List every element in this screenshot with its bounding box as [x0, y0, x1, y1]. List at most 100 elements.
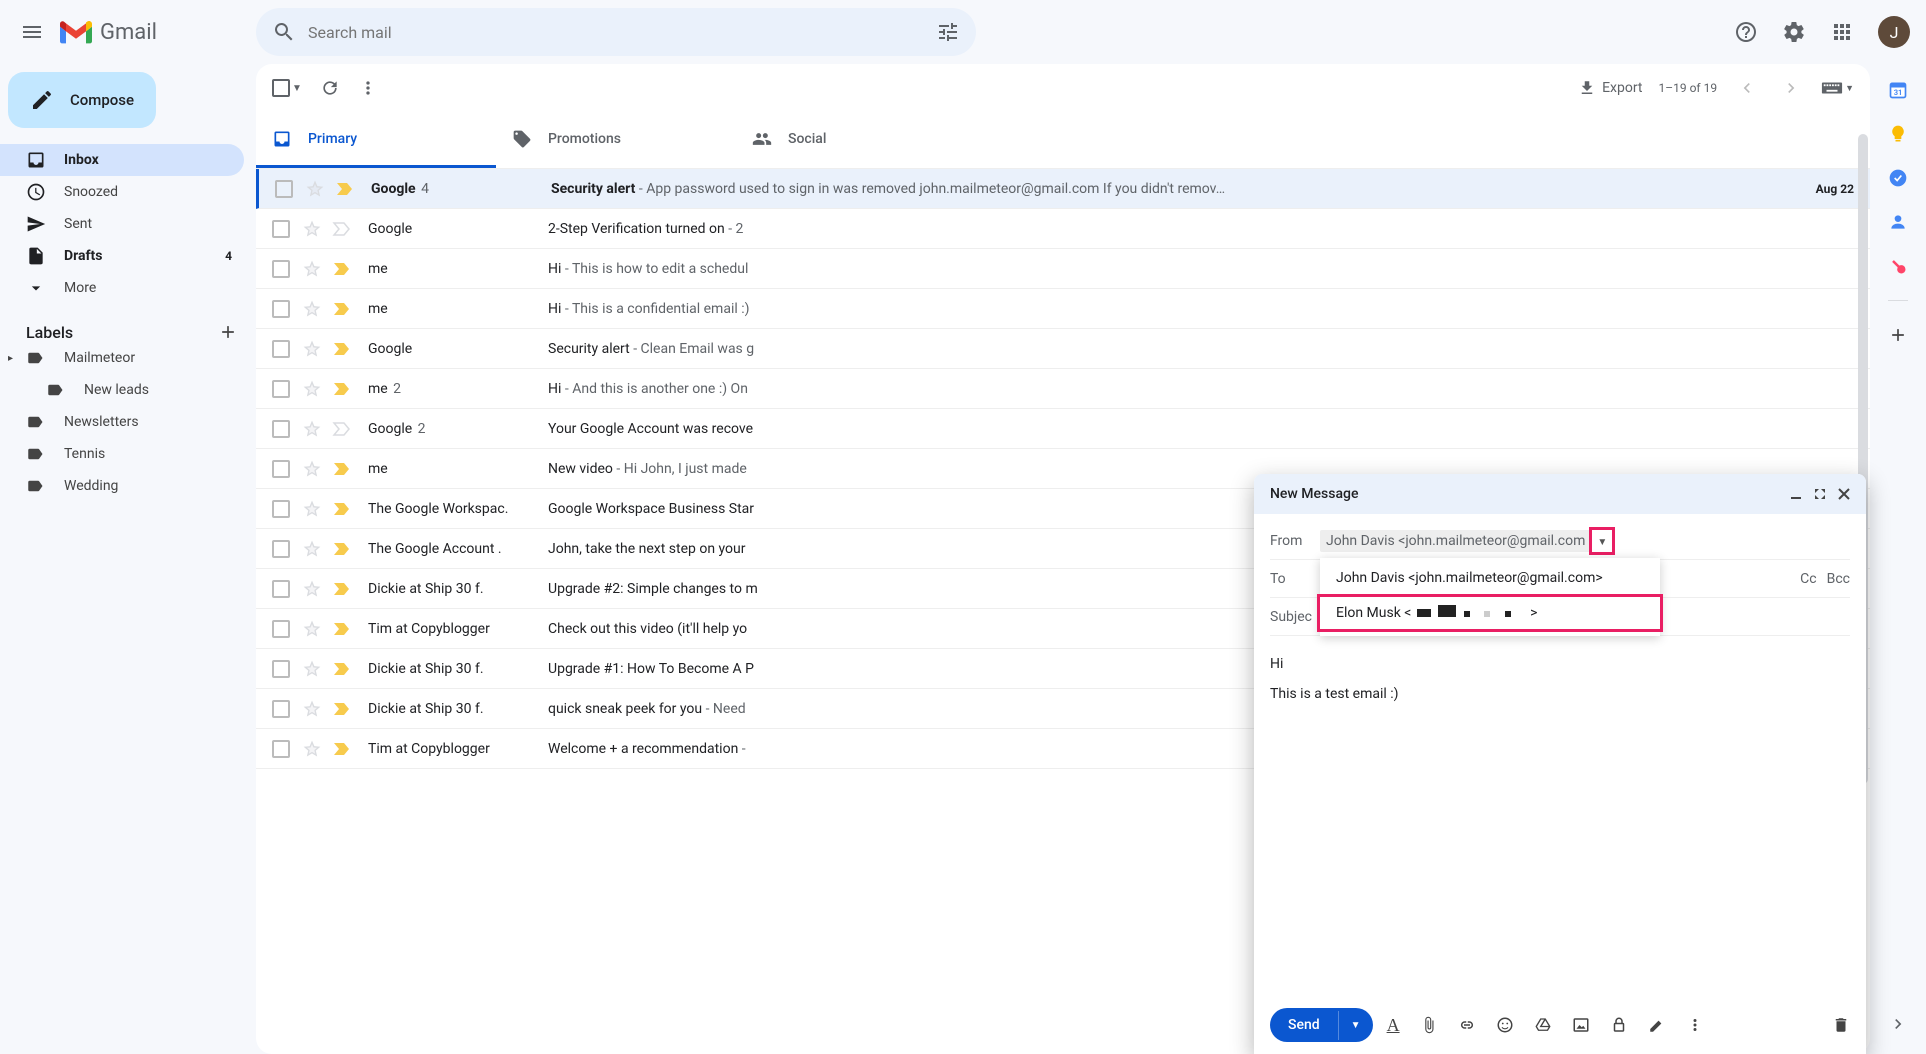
star-button[interactable] — [302, 259, 322, 279]
row-checkbox[interactable] — [272, 300, 292, 318]
important-marker[interactable] — [332, 301, 352, 317]
settings-button[interactable] — [1774, 12, 1814, 52]
important-marker[interactable] — [332, 221, 352, 237]
nav-inbox[interactable]: Inbox — [0, 144, 244, 176]
from-address-chip[interactable]: John Davis <john.mailmeteor@gmail.com — [1320, 530, 1591, 552]
row-checkbox[interactable] — [272, 260, 292, 278]
insert-link-button[interactable] — [1452, 1010, 1482, 1040]
search-icon[interactable] — [264, 12, 304, 52]
keep-app-button[interactable] — [1888, 124, 1908, 144]
insert-photo-button[interactable] — [1566, 1010, 1596, 1040]
compose-window-header[interactable]: New Message — [1254, 474, 1866, 514]
maximize-button[interactable] — [1814, 488, 1826, 500]
label-wedding[interactable]: Wedding — [0, 470, 256, 502]
attach-button[interactable] — [1414, 1010, 1444, 1040]
mail-row[interactable]: Google 2-Step Verification turned on - 2 — [256, 209, 1870, 249]
important-marker[interactable] — [332, 661, 352, 677]
star-button[interactable] — [302, 459, 322, 479]
important-marker[interactable] — [335, 181, 355, 197]
star-button[interactable] — [302, 699, 322, 719]
star-button[interactable] — [302, 539, 322, 559]
important-marker[interactable] — [332, 541, 352, 557]
send-options-dropdown[interactable]: ▼ — [1338, 1011, 1373, 1040]
select-all-checkbox[interactable] — [272, 79, 290, 97]
formatting-button[interactable]: A — [1381, 1009, 1406, 1042]
tab-social[interactable]: Social — [736, 112, 976, 168]
row-checkbox[interactable] — [272, 740, 292, 758]
compose-body[interactable]: Hi This is a test email :) — [1254, 644, 1866, 996]
row-checkbox[interactable] — [272, 460, 292, 478]
google-apps-button[interactable] — [1822, 12, 1862, 52]
compose-button[interactable]: Compose — [8, 72, 156, 128]
search-options-button[interactable] — [928, 12, 968, 52]
get-addons-button[interactable] — [1888, 325, 1908, 345]
from-dropdown-button[interactable]: ▼ — [1589, 527, 1615, 555]
main-menu-button[interactable] — [8, 8, 56, 56]
row-checkbox[interactable] — [272, 380, 292, 398]
mail-row[interactable]: me Hi - This is how to edit a schedul — [256, 249, 1870, 289]
star-button[interactable] — [302, 299, 322, 319]
hide-side-panel-button[interactable] — [1888, 1014, 1908, 1034]
label-mailmeteor[interactable]: Mailmeteor — [0, 342, 256, 374]
important-marker[interactable] — [332, 501, 352, 517]
important-marker[interactable] — [332, 581, 352, 597]
row-checkbox[interactable] — [272, 580, 292, 598]
export-button[interactable]: Export — [1578, 79, 1642, 97]
mailmeteor-app-button[interactable] — [1888, 256, 1908, 276]
label-newsletters[interactable]: Newsletters — [0, 406, 256, 438]
important-marker[interactable] — [332, 261, 352, 277]
row-checkbox[interactable] — [272, 540, 292, 558]
from-option-item[interactable]: John Davis <john.mailmeteor@gmail.com> — [1320, 562, 1660, 594]
star-button[interactable] — [302, 579, 322, 599]
nav-snoozed[interactable]: Snoozed — [0, 176, 244, 208]
send-button[interactable]: Send ▼ — [1270, 1008, 1373, 1042]
star-button[interactable] — [302, 379, 322, 399]
row-checkbox[interactable] — [272, 220, 292, 238]
mail-row[interactable]: Google Security alert - Clean Email was … — [256, 329, 1870, 369]
important-marker[interactable] — [332, 741, 352, 757]
important-marker[interactable] — [332, 621, 352, 637]
tab-promotions[interactable]: Promotions — [496, 112, 736, 168]
star-button[interactable] — [302, 499, 322, 519]
row-checkbox[interactable] — [275, 180, 295, 198]
search-bar[interactable] — [256, 8, 976, 56]
input-tools-button[interactable]: ▼ — [1821, 81, 1854, 95]
search-input[interactable] — [304, 23, 928, 42]
star-button[interactable] — [302, 339, 322, 359]
discard-draft-button[interactable] — [1832, 1016, 1850, 1034]
confidential-mode-button[interactable] — [1604, 1010, 1634, 1040]
label-new-leads[interactable]: New leads — [0, 374, 256, 406]
refresh-button[interactable] — [320, 78, 340, 98]
minimize-button[interactable] — [1790, 488, 1802, 500]
row-checkbox[interactable] — [272, 500, 292, 518]
row-checkbox[interactable] — [272, 620, 292, 638]
insert-drive-button[interactable] — [1528, 1010, 1558, 1040]
more-button[interactable] — [358, 78, 378, 98]
compose-more-button[interactable] — [1680, 1010, 1710, 1040]
star-button[interactable] — [305, 179, 325, 199]
mail-row[interactable]: me 2 Hi - And this is another one :) On — [256, 369, 1870, 409]
bcc-button[interactable]: Bcc — [1827, 571, 1850, 587]
compose-from-field[interactable]: From John Davis <john.mailmeteor@gmail.c… — [1270, 522, 1850, 560]
contacts-app-button[interactable] — [1888, 212, 1908, 232]
nav-more[interactable]: More — [0, 272, 244, 304]
row-checkbox[interactable] — [272, 340, 292, 358]
mail-row[interactable]: Google 4 Security alert - App password u… — [256, 169, 1870, 209]
gmail-logo[interactable]: Gmail — [60, 20, 157, 45]
nav-drafts[interactable]: Drafts4 — [0, 240, 244, 272]
star-button[interactable] — [302, 419, 322, 439]
label-tennis[interactable]: Tennis — [0, 438, 256, 470]
insert-emoji-button[interactable] — [1490, 1010, 1520, 1040]
star-button[interactable] — [302, 659, 322, 679]
mail-row[interactable]: Google 2 Your Google Account was recove — [256, 409, 1870, 449]
important-marker[interactable] — [332, 341, 352, 357]
important-marker[interactable] — [332, 701, 352, 717]
calendar-app-button[interactable]: 31 — [1888, 80, 1908, 100]
important-marker[interactable] — [332, 381, 352, 397]
tasks-app-button[interactable] — [1888, 168, 1908, 188]
nav-sent[interactable]: Sent — [0, 208, 244, 240]
close-button[interactable] — [1838, 488, 1850, 500]
row-checkbox[interactable] — [272, 660, 292, 678]
important-marker[interactable] — [332, 461, 352, 477]
from-option-item[interactable]: Elon Musk < > — [1317, 594, 1663, 632]
